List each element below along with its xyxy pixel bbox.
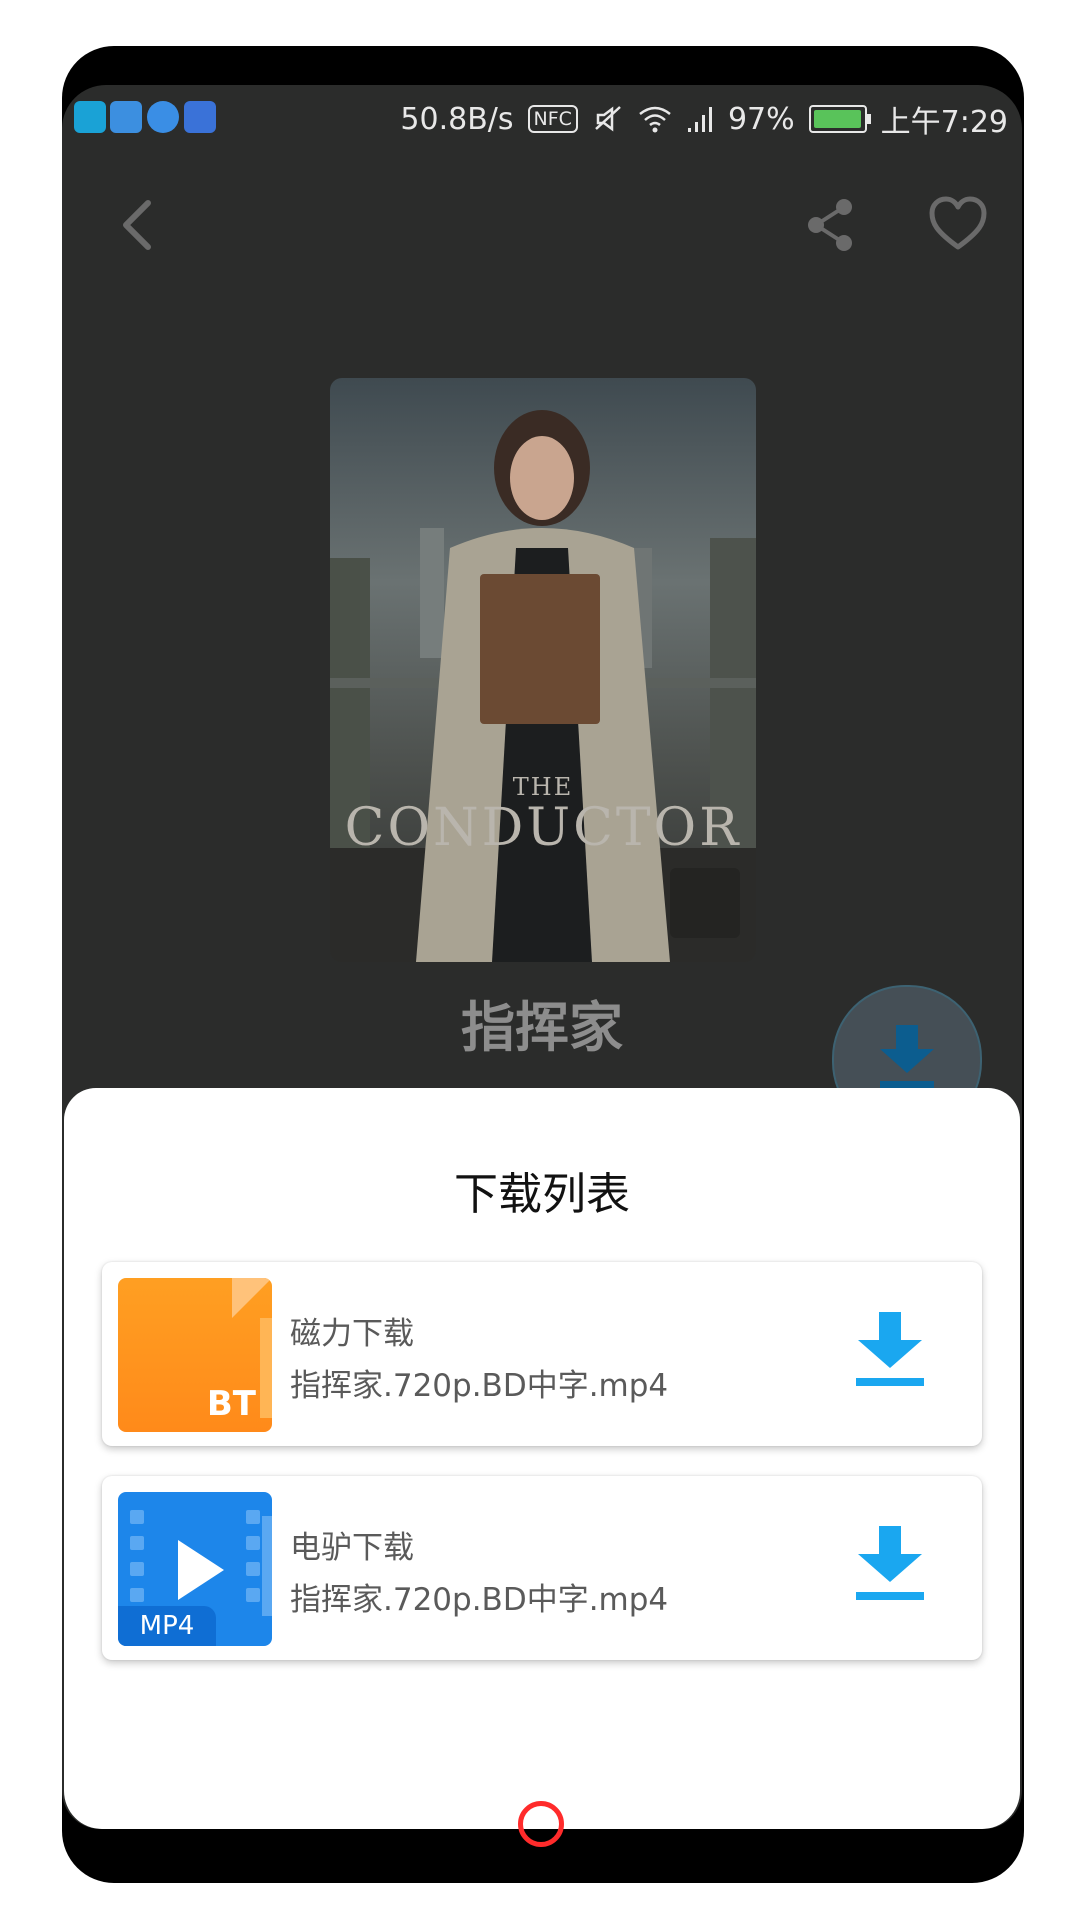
download-button[interactable] [854,1312,926,1392]
download-item-ed2k[interactable]: MP4 电驴下载 指挥家.720p.BD中字.mp4 [102,1476,982,1660]
battery-percent: 97% [727,101,795,137]
download-filename: 指挥家.720p.BD中字.mp4 [290,1582,669,1618]
notification-app-icon [110,101,142,133]
download-type-label: 电驴下载 [290,1530,414,1566]
signal-icon [687,107,712,132]
poster-image [330,410,756,962]
sheet-title: 下载列表 [454,1169,630,1220]
movie-poster: THE CONDUCTOR [330,378,756,962]
home-button[interactable] [518,1801,564,1847]
status-bar: 50.8B/s NFC 97% 上午7:29 [62,85,1022,155]
play-icon [178,1540,224,1600]
share-icon[interactable] [798,193,862,257]
back-arrow-icon[interactable] [108,193,172,257]
download-type-label: 磁力下载 [290,1316,414,1352]
network-speed: 50.8B/s [400,101,514,137]
poster-subtitle: THE [512,773,574,801]
heart-icon[interactable] [926,193,990,257]
download-notification-icon [147,101,179,133]
screen: 50.8B/s NFC 97% 上午7:29 THE CONDUCTOR 指挥家… [62,85,1022,1829]
wifi-icon [639,106,671,133]
browser-notification-icon [184,101,216,133]
mp4-icon-label: MP4 [118,1606,216,1646]
nfc-icon: NFC [527,105,578,133]
mp4-file-icon: MP4 [118,1492,272,1646]
download-filename: 指挥家.720p.BD中字.mp4 [290,1368,669,1404]
status-indicators: 50.8B/s NFC 97% 上午7:29 [400,97,1008,141]
bt-icon-label: BT [206,1384,256,1424]
bt-file-icon: BT [118,1278,272,1432]
poster-title: CONDUCTOR [344,798,742,858]
download-item-magnet[interactable]: BT 磁力下载 指挥家.720p.BD中字.mp4 [102,1262,982,1446]
clock: 上午7:29 [880,105,1008,140]
phone-frame: 50.8B/s NFC 97% 上午7:29 THE CONDUCTOR 指挥家… [62,46,1024,1883]
download-button[interactable] [854,1526,926,1606]
mute-icon [595,106,621,132]
download-list-sheet: 下载列表 BT 磁力下载 指挥家.720p.BD中字.mp4 MP4 电驴下载 … [64,1088,1020,1829]
battery-level-fill [813,110,861,128]
notification-app-icon [74,101,106,133]
battery-icon [808,105,871,133]
